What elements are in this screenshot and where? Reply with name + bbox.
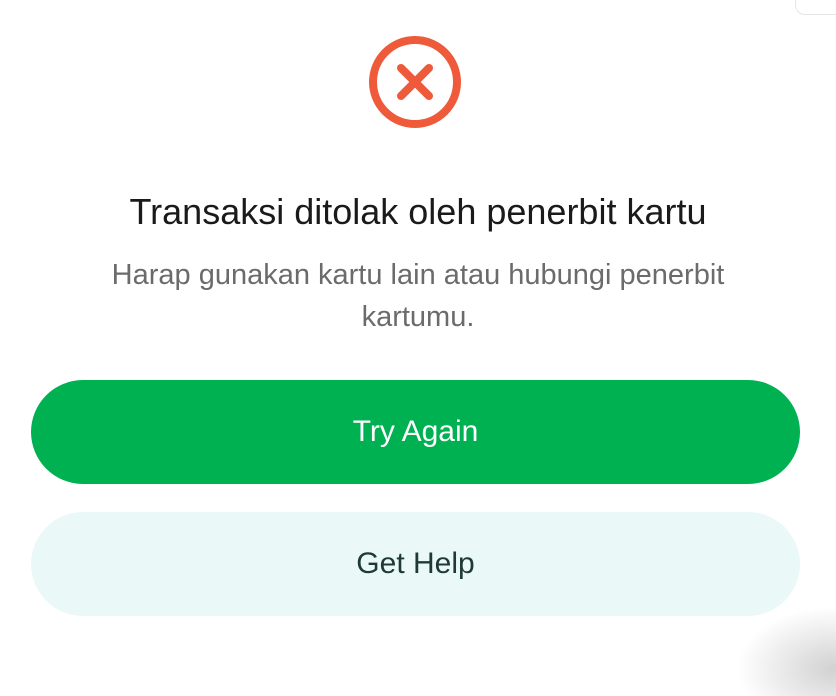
corner-shadow	[736, 606, 836, 696]
get-help-button[interactable]: Get Help	[31, 512, 800, 616]
window-edge	[795, 0, 836, 15]
transaction-declined-dialog: Transaksi ditolak oleh penerbit kartu Ha…	[0, 0, 836, 696]
dialog-message: Harap gunakan kartu lain atau hubungi pe…	[111, 259, 725, 333]
try-again-button[interactable]: Try Again	[31, 380, 800, 484]
get-help-label: Get Help	[356, 547, 475, 580]
error-x-circle-icon	[369, 36, 461, 128]
try-again-label: Try Again	[352, 415, 479, 448]
dialog-title: Transaksi ditolak oleh penerbit kartu	[129, 191, 707, 232]
